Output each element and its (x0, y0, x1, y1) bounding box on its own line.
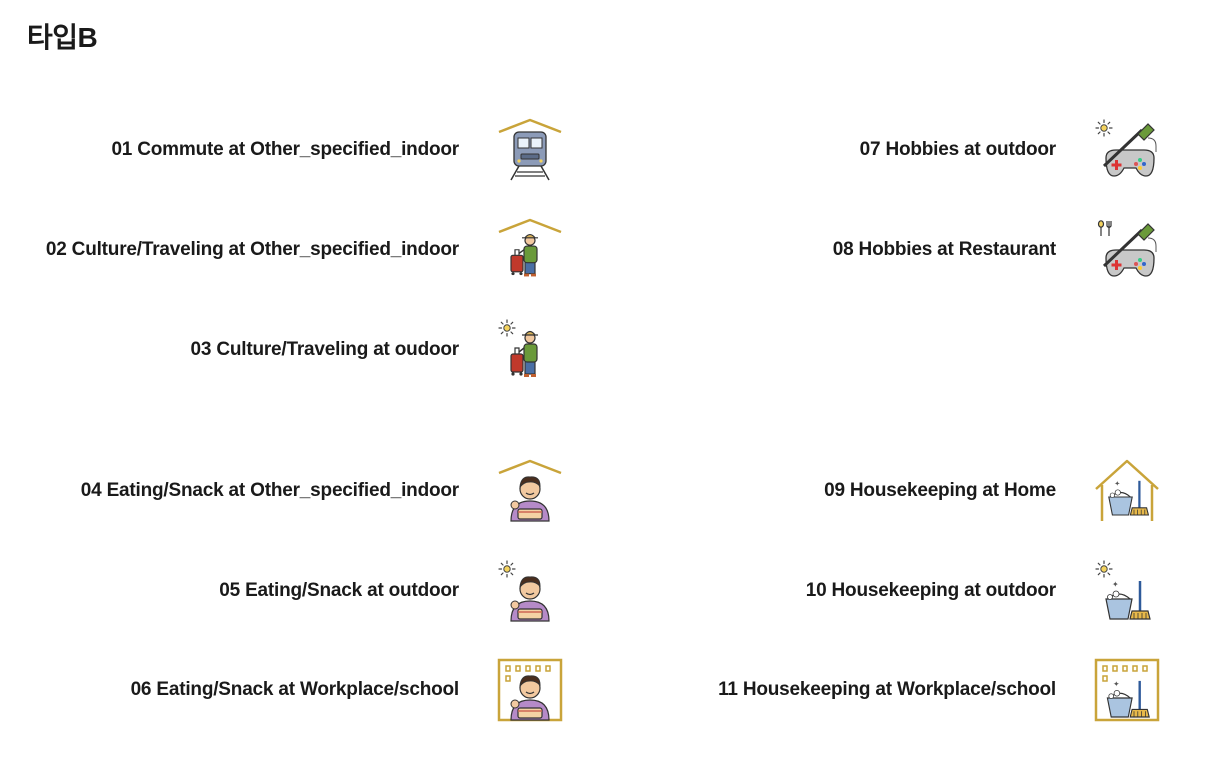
hobby-gamepad-brush-sun-icon (1094, 118, 1160, 182)
activity-item-03: 03 Culture/Traveling at oudoor (40, 318, 563, 382)
traveler-outdoor-sun-icon (497, 318, 563, 382)
activity-label: 06 Eating/Snack at Workplace/school (130, 679, 460, 700)
activity-item-05: 05 Eating/Snack at outdoor (40, 559, 563, 623)
activity-item-11: 11 Housekeeping at Workplace/school (640, 658, 1160, 722)
activity-label: 08 Hobbies at Restaurant (832, 239, 1056, 260)
activity-item-09: 09 Housekeeping at Home (640, 459, 1160, 523)
traveler-under-roof-icon (497, 218, 563, 282)
activity-label: 09 Housekeeping at Home (824, 480, 1056, 501)
activity-label: 03 Culture/Traveling at oudoor (190, 339, 460, 360)
activity-item-02: 02 Culture/Traveling at Other_specified_… (40, 218, 563, 282)
eating-in-building-icon (497, 658, 563, 722)
activity-label: 05 Eating/Snack at outdoor (219, 580, 459, 601)
activity-item-07: 07 Hobbies at outdoor (640, 118, 1160, 182)
activity-label: 01 Commute at Other_specified_indoor (111, 139, 459, 160)
train-under-roof-icon (497, 118, 563, 182)
activity-item-10: 10 Housekeeping at outdoor (640, 559, 1160, 623)
activity-item-01: 01 Commute at Other_specified_indoor (40, 118, 563, 182)
cleaning-in-building-icon (1094, 658, 1160, 722)
activity-item-08: 08 Hobbies at Restaurant (640, 218, 1160, 282)
activity-label: 11 Housekeeping at Workplace/school (718, 679, 1056, 700)
activity-label: 10 Housekeeping at outdoor (805, 580, 1056, 601)
cleaning-outdoor-sun-icon (1094, 559, 1160, 623)
activity-label: 04 Eating/Snack at Other_specified_indoo… (80, 480, 459, 501)
activity-item-06: 06 Eating/Snack at Workplace/school (40, 658, 563, 722)
eating-outdoor-sun-icon (497, 559, 563, 623)
page-title: 타입B (27, 22, 98, 53)
eating-under-roof-icon (497, 459, 563, 523)
hobby-gamepad-brush-cutlery-icon (1094, 218, 1160, 282)
activity-label: 02 Culture/Traveling at Other_specified_… (45, 239, 459, 260)
activity-item-04: 04 Eating/Snack at Other_specified_indoo… (40, 459, 563, 523)
cleaning-in-house-icon (1094, 459, 1160, 523)
activity-label: 07 Hobbies at outdoor (859, 139, 1057, 160)
